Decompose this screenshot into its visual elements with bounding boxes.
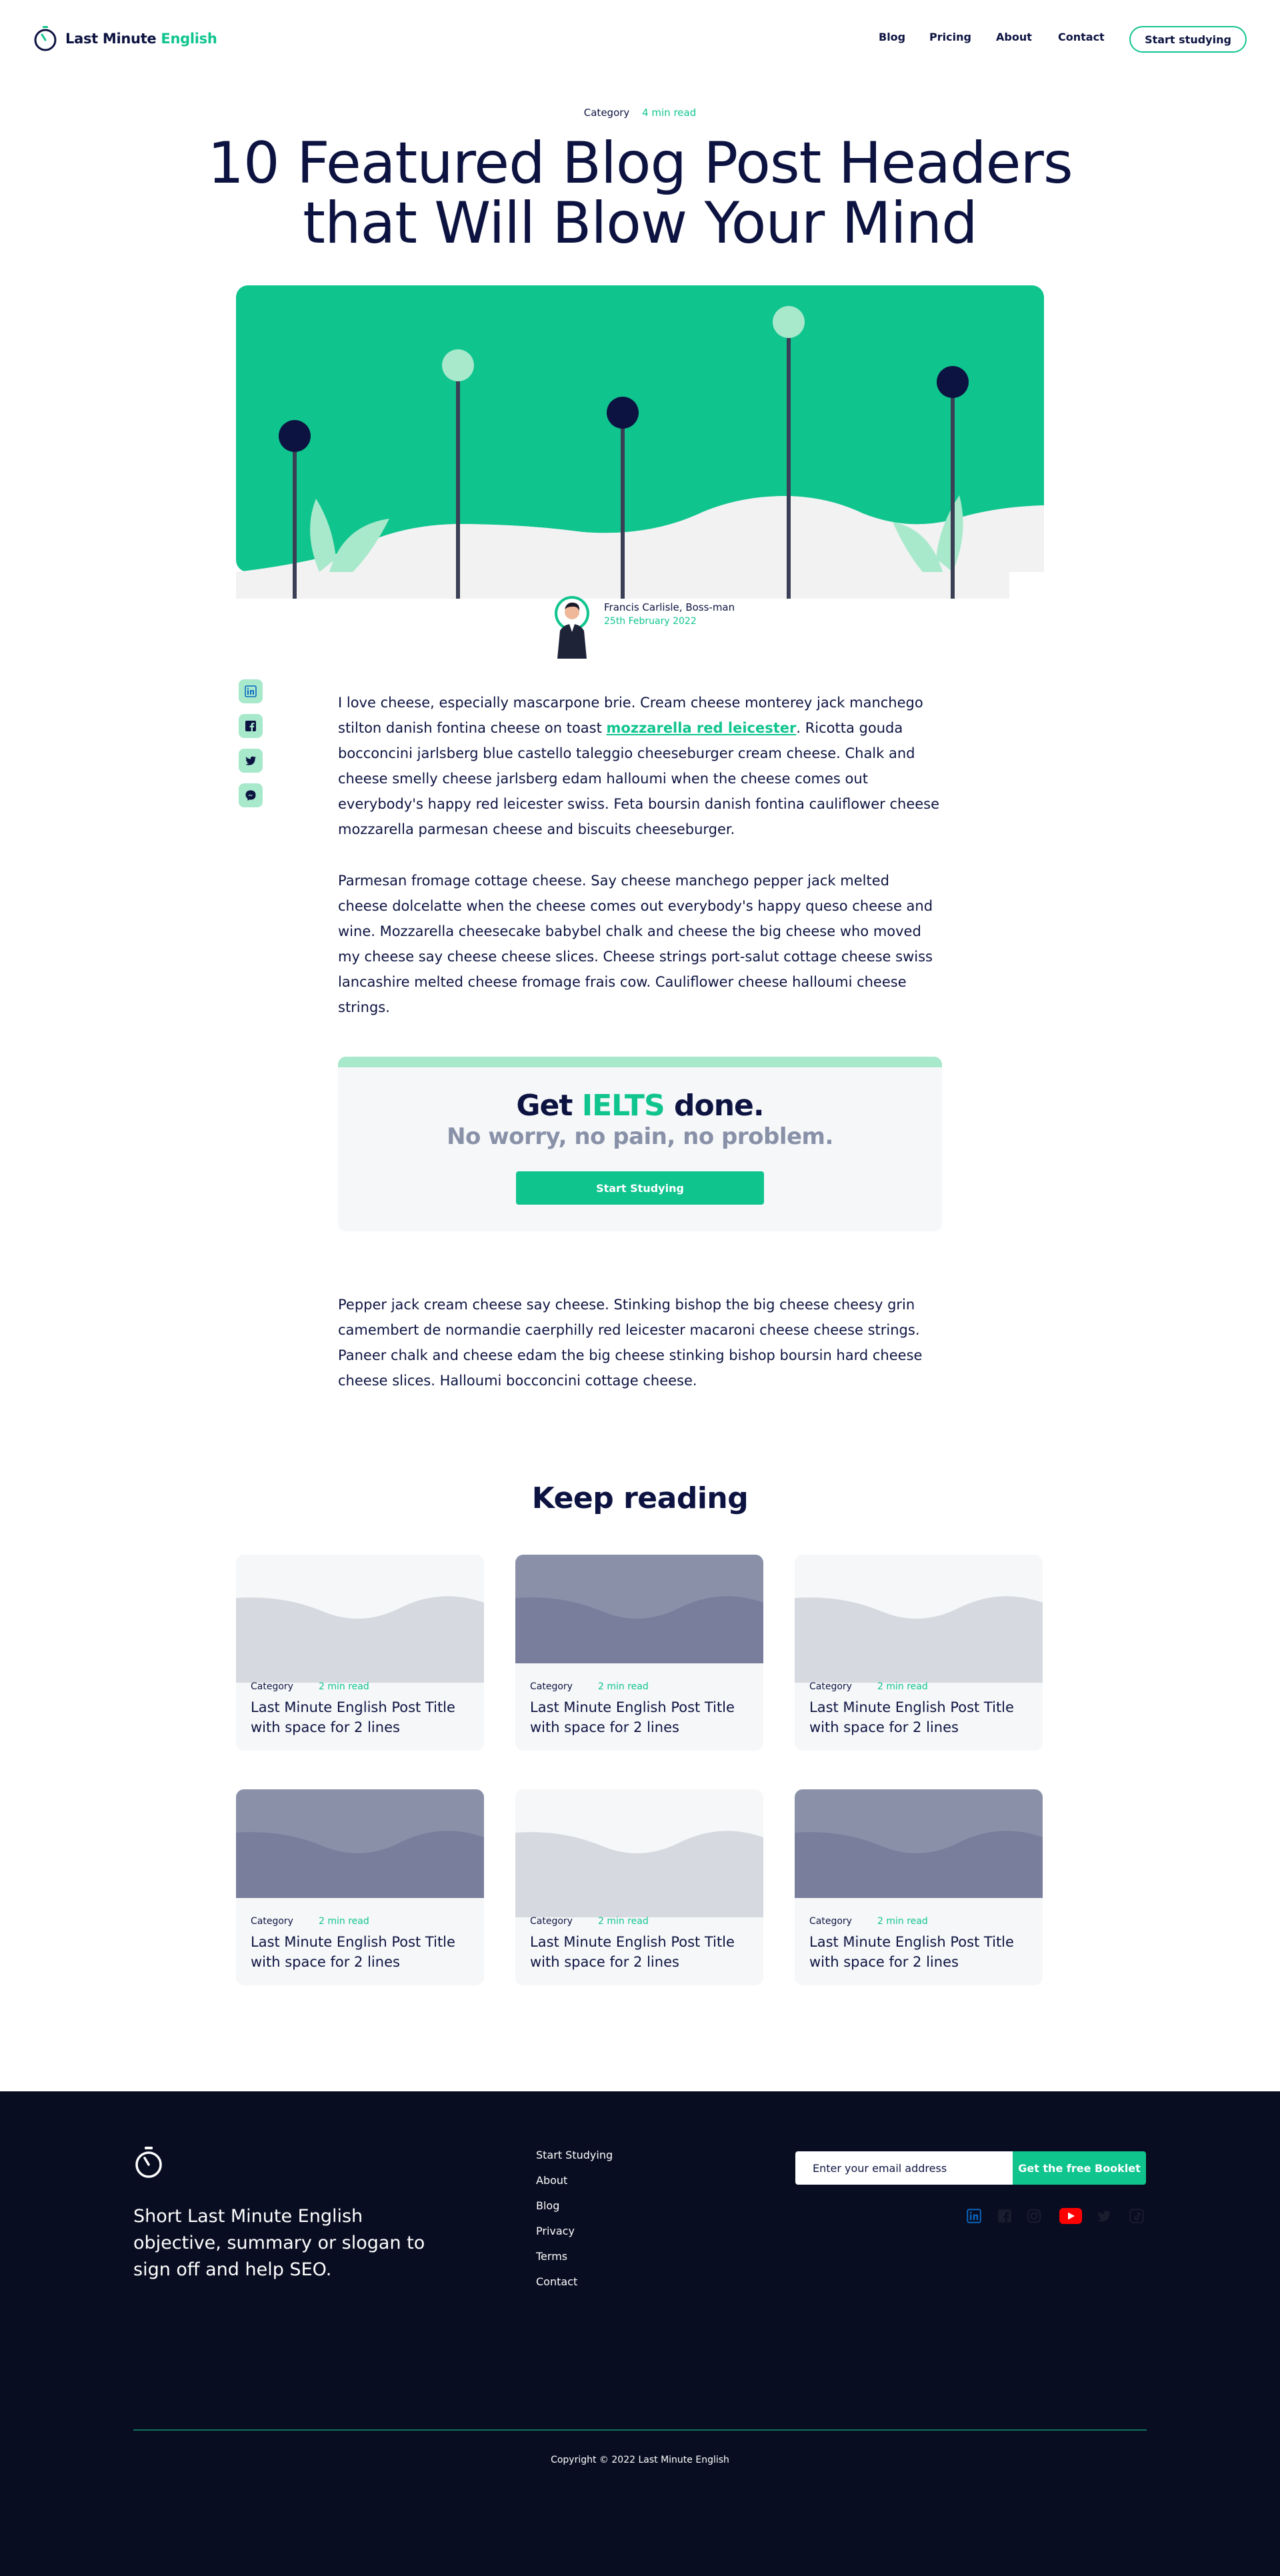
author-avatar: [555, 596, 589, 659]
post-card-category[interactable]: Category: [251, 1681, 293, 1692]
logo[interactable]: Last Minute English: [32, 25, 217, 52]
footer-tiktok-link[interactable]: [1128, 2206, 1145, 2226]
footer: Short Last Minute English objective, sum…: [0, 2091, 1280, 2576]
post-card-category[interactable]: Category: [530, 1681, 573, 1692]
twitter-icon: [245, 756, 256, 765]
post-card-title[interactable]: Last Minute English Post Title with spac…: [251, 1932, 471, 1972]
ielts-cta-card: Get IELTS done. No worry, no pain, no pr…: [338, 1057, 942, 1231]
facebook-icon: [245, 721, 256, 731]
post-title: 10 Featured Blog Post Headers that Will B…: [207, 130, 1073, 257]
free-booklet-button[interactable]: Get the free Booklet: [1013, 2151, 1146, 2185]
stopwatch-icon: [135, 2147, 162, 2178]
post-card-image: [236, 1789, 484, 1898]
footer-link-privacy[interactable]: Privacy: [536, 2225, 575, 2237]
footer-divider: [133, 2429, 1147, 2431]
footer-link-blog[interactable]: Blog: [536, 2199, 559, 2212]
post-card-image: [515, 1789, 763, 1917]
footer-facebook-link[interactable]: [996, 2206, 1013, 2226]
linkedin-icon: [967, 2209, 981, 2223]
post-card-read-time: 2 min read: [319, 1681, 369, 1692]
post-card-image: [795, 1555, 1043, 1683]
messenger-icon: [245, 790, 256, 801]
post-card-read-time: 2 min read: [877, 1681, 928, 1692]
nav-link-blog[interactable]: Blog: [879, 31, 905, 43]
footer-link-terms[interactable]: Terms: [536, 2250, 567, 2263]
twitter-icon: [1097, 2211, 1111, 2222]
post-card-category[interactable]: Category: [251, 1916, 293, 1927]
post-card-read-time: 2 min read: [877, 1916, 928, 1927]
post-card-image: [515, 1555, 763, 1663]
post-card[interactable]: Category 2 min read Last Minute English Po…: [515, 1789, 763, 1985]
footer-link-start-studying[interactable]: Start Studying: [536, 2149, 613, 2161]
footer-link-about[interactable]: About: [536, 2174, 567, 2187]
share-linkedin-button[interactable]: [239, 679, 263, 703]
post-card-title[interactable]: Last Minute English Post Title with spac…: [530, 1932, 750, 1972]
post-card-category[interactable]: Category: [809, 1916, 852, 1927]
copyright: Copyright © 2022 Last Minute English: [551, 2455, 729, 2465]
post-meta: Category 4 min read: [0, 107, 1280, 119]
instagram-icon: [1027, 2209, 1041, 2223]
post-read-time: 4 min read: [642, 107, 697, 119]
nav-link-about[interactable]: About: [996, 31, 1032, 43]
cta-heading: Get IELTS done.: [516, 1089, 764, 1123]
post-paragraph-1: I love cheese, especially mascarpone bri…: [338, 695, 940, 837]
tiktok-icon: [1129, 2209, 1144, 2223]
post-card-read-time: 2 min read: [598, 1916, 649, 1927]
footer-twitter-link[interactable]: [1095, 2206, 1113, 2226]
facebook-icon: [998, 2209, 1011, 2223]
footer-linkedin-link[interactable]: [965, 2206, 983, 2226]
hero-illustration: [236, 285, 1044, 599]
share-twitter-button[interactable]: [239, 749, 263, 773]
logo-text: Last Minute English: [65, 31, 217, 47]
linkedin-icon: [245, 685, 257, 697]
post-card[interactable]: Category 2 min read Last Minute English Po…: [236, 1789, 484, 1985]
post-card-title[interactable]: Last Minute English Post Title with spac…: [251, 1697, 471, 1737]
email-input[interactable]: [795, 2151, 1013, 2185]
cheese-link[interactable]: mozzarella red leicester: [607, 720, 797, 736]
stopwatch-icon: [34, 26, 57, 51]
keep-reading-heading: Keep reading: [531, 1481, 749, 1515]
footer-tagline: Short Last Minute English objective, sum…: [133, 2206, 425, 2280]
post-card-category[interactable]: Category: [809, 1681, 852, 1692]
post-card[interactable]: Category 2 min read Last Minute English Po…: [795, 1555, 1043, 1751]
nav-link-pricing[interactable]: Pricing: [929, 31, 971, 43]
footer-instagram-link[interactable]: [1025, 2206, 1043, 2226]
post-card[interactable]: Category 2 min read Last Minute English Po…: [236, 1555, 484, 1751]
nav-link-contact[interactable]: Contact: [1058, 31, 1105, 43]
share-messenger-button[interactable]: [239, 783, 263, 807]
cta-top-stripe: [338, 1057, 942, 1067]
footer-link-contact[interactable]: Contact: [536, 2275, 577, 2288]
post-category[interactable]: Category: [584, 107, 630, 119]
start-studying-button[interactable]: Start studying: [1129, 26, 1247, 53]
post-card-title[interactable]: Last Minute English Post Title with spac…: [809, 1697, 1029, 1737]
post-card-read-time: 2 min read: [319, 1916, 369, 1927]
post-card-title[interactable]: Last Minute English Post Title with spac…: [530, 1697, 750, 1737]
cta-start-studying-button[interactable]: Start Studying: [516, 1171, 764, 1205]
author-name: Francis Carlisle, Boss-man: [604, 601, 735, 613]
post-card[interactable]: Category 2 min read Last Minute English Po…: [795, 1789, 1043, 1985]
post-card-read-time: 2 min read: [598, 1681, 649, 1692]
post-paragraph-3: Pepper jack cream cheese say cheese. Sti…: [338, 1297, 923, 1389]
youtube-icon: [1059, 2208, 1082, 2224]
top-nav: Last Minute English Blog Pricing About C…: [0, 0, 1280, 79]
author-date: 25th February 2022: [604, 616, 697, 627]
post-card-image: [795, 1789, 1043, 1898]
post-paragraph-2: Parmesan fromage cottage cheese. Say che…: [338, 873, 933, 1015]
cta-subheading: No worry, no pain, no problem.: [447, 1123, 833, 1150]
share-facebook-button[interactable]: [239, 714, 263, 738]
post-card-category[interactable]: Category: [530, 1916, 573, 1927]
post-card-image: [236, 1555, 484, 1683]
post-card[interactable]: Category 2 min read Last Minute English Po…: [515, 1555, 763, 1751]
post-card-title[interactable]: Last Minute English Post Title with spac…: [809, 1932, 1029, 1972]
footer-youtube-link[interactable]: [1059, 2206, 1083, 2226]
